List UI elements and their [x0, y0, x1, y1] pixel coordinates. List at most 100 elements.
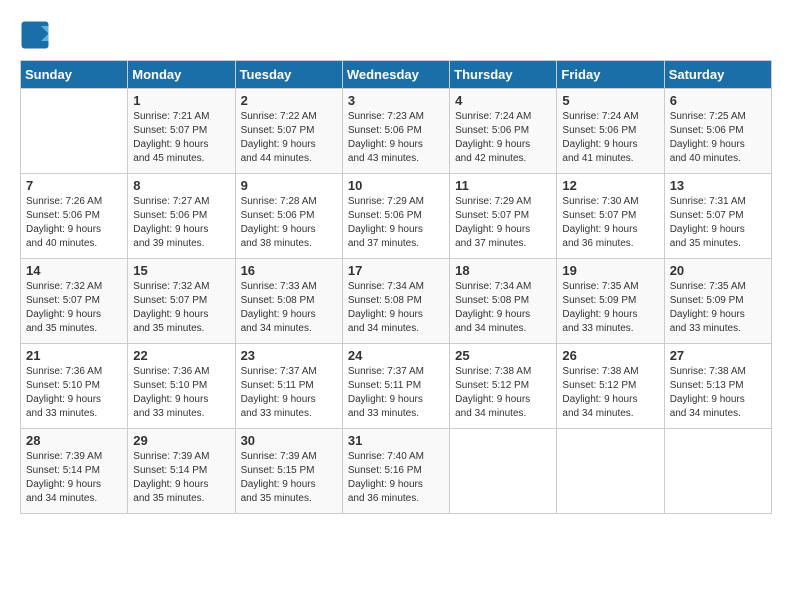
week-row-2: 14 Sunrise: 7:32 AM Sunset: 5:07 PM Dayli…	[21, 259, 772, 344]
day-number: 11	[455, 178, 551, 193]
day-info: Sunrise: 7:21 AM Sunset: 5:07 PM Dayligh…	[133, 110, 229, 166]
day-info: Sunrise: 7:35 AM Sunset: 5:09 PM Dayligh…	[670, 280, 766, 336]
day-number: 3	[348, 93, 444, 108]
day-info: Sunrise: 7:22 AM Sunset: 5:07 PM Dayligh…	[241, 110, 337, 166]
calendar-cell: 27 Sunrise: 7:38 AM Sunset: 5:13 PM Dayli…	[664, 344, 771, 429]
calendar-cell: 9Sunrise: 7:28 AM Sunset: 5:06 PM Daylig…	[235, 174, 342, 259]
day-number: 30	[241, 433, 337, 448]
calendar-cell: 2 Sunrise: 7:22 AM Sunset: 5:07 PM Daylig…	[235, 89, 342, 174]
weekday-header-sunday: Sunday	[21, 61, 128, 89]
day-info: Sunrise: 7:39 AM Sunset: 5:14 PM Dayligh…	[26, 450, 122, 506]
day-info: Sunrise: 7:38 AM Sunset: 5:13 PM Dayligh…	[670, 365, 766, 421]
week-row-0: 1 Sunrise: 7:21 AM Sunset: 5:07 PM Daylig…	[21, 89, 772, 174]
day-info: Sunrise: 7:37 AM Sunset: 5:11 PM Dayligh…	[241, 365, 337, 421]
page-header	[20, 20, 772, 50]
day-info: Sunrise: 7:38 AM Sunset: 5:12 PM Dayligh…	[562, 365, 658, 421]
day-info: Sunrise: 7:24 AM Sunset: 5:06 PM Dayligh…	[455, 110, 551, 166]
calendar-cell: 5Sunrise: 7:24 AM Sunset: 5:06 PM Daylig…	[557, 89, 664, 174]
calendar-cell: 10 Sunrise: 7:29 AM Sunset: 5:06 PM Dayli…	[342, 174, 449, 259]
calendar-cell: 16 Sunrise: 7:33 AM Sunset: 5:08 PM Dayli…	[235, 259, 342, 344]
calendar-cell: 17 Sunrise: 7:34 AM Sunset: 5:08 PM Dayli…	[342, 259, 449, 344]
calendar-cell: 22 Sunrise: 7:36 AM Sunset: 5:10 PM Dayli…	[128, 344, 235, 429]
calendar-cell: 3 Sunrise: 7:23 AM Sunset: 5:06 PM Daylig…	[342, 89, 449, 174]
day-number: 2	[241, 93, 337, 108]
day-info: Sunrise: 7:36 AM Sunset: 5:10 PM Dayligh…	[26, 365, 122, 421]
calendar-cell	[664, 429, 771, 514]
calendar-cell	[557, 429, 664, 514]
day-number: 14	[26, 263, 122, 278]
calendar-cell	[21, 89, 128, 174]
day-info: Sunrise: 7:35 AM Sunset: 5:09 PM Dayligh…	[562, 280, 658, 336]
weekday-header-monday: Monday	[128, 61, 235, 89]
day-number: 16	[241, 263, 337, 278]
day-info: Sunrise: 7:27 AM Sunset: 5:06 PM Dayligh…	[133, 195, 229, 251]
day-number: 7	[26, 178, 122, 193]
day-number: 4	[455, 93, 551, 108]
day-info: Sunrise: 7:32 AM Sunset: 5:07 PM Dayligh…	[133, 280, 229, 336]
calendar-cell: 12 Sunrise: 7:30 AM Sunset: 5:07 PM Dayli…	[557, 174, 664, 259]
calendar-cell: 6 Sunrise: 7:25 AM Sunset: 5:06 PM Daylig…	[664, 89, 771, 174]
calendar-cell: 28 Sunrise: 7:39 AM Sunset: 5:14 PM Dayli…	[21, 429, 128, 514]
day-number: 28	[26, 433, 122, 448]
day-number: 20	[670, 263, 766, 278]
calendar-body: 1 Sunrise: 7:21 AM Sunset: 5:07 PM Daylig…	[21, 89, 772, 514]
day-info: Sunrise: 7:34 AM Sunset: 5:08 PM Dayligh…	[348, 280, 444, 336]
day-number: 6	[670, 93, 766, 108]
calendar-cell: 23 Sunrise: 7:37 AM Sunset: 5:11 PM Dayli…	[235, 344, 342, 429]
calendar-cell: 15Sunrise: 7:32 AM Sunset: 5:07 PM Dayli…	[128, 259, 235, 344]
logo	[20, 20, 54, 50]
day-info: Sunrise: 7:37 AM Sunset: 5:11 PM Dayligh…	[348, 365, 444, 421]
day-info: Sunrise: 7:34 AM Sunset: 5:08 PM Dayligh…	[455, 280, 551, 336]
day-number: 19	[562, 263, 658, 278]
day-info: Sunrise: 7:36 AM Sunset: 5:10 PM Dayligh…	[133, 365, 229, 421]
calendar-cell: 19 Sunrise: 7:35 AM Sunset: 5:09 PM Dayli…	[557, 259, 664, 344]
day-number: 29	[133, 433, 229, 448]
day-number: 25	[455, 348, 551, 363]
day-info: Sunrise: 7:29 AM Sunset: 5:07 PM Dayligh…	[455, 195, 551, 251]
day-info: Sunrise: 7:38 AM Sunset: 5:12 PM Dayligh…	[455, 365, 551, 421]
calendar-header: SundayMondayTuesdayWednesdayThursdayFrid…	[21, 61, 772, 89]
calendar-cell: 20 Sunrise: 7:35 AM Sunset: 5:09 PM Dayli…	[664, 259, 771, 344]
calendar-cell: 30 Sunrise: 7:39 AM Sunset: 5:15 PM Dayli…	[235, 429, 342, 514]
calendar-cell: 11 Sunrise: 7:29 AM Sunset: 5:07 PM Dayli…	[450, 174, 557, 259]
day-info: Sunrise: 7:25 AM Sunset: 5:06 PM Dayligh…	[670, 110, 766, 166]
calendar-cell: 4 Sunrise: 7:24 AM Sunset: 5:06 PM Daylig…	[450, 89, 557, 174]
weekday-header-wednesday: Wednesday	[342, 61, 449, 89]
day-number: 8	[133, 178, 229, 193]
day-info: Sunrise: 7:32 AM Sunset: 5:07 PM Dayligh…	[26, 280, 122, 336]
calendar-cell: 31Sunrise: 7:40 AM Sunset: 5:16 PM Dayli…	[342, 429, 449, 514]
day-info: Sunrise: 7:29 AM Sunset: 5:06 PM Dayligh…	[348, 195, 444, 251]
weekday-header-friday: Friday	[557, 61, 664, 89]
day-number: 27	[670, 348, 766, 363]
week-row-4: 28 Sunrise: 7:39 AM Sunset: 5:14 PM Dayli…	[21, 429, 772, 514]
weekday-header-tuesday: Tuesday	[235, 61, 342, 89]
calendar-cell: 14 Sunrise: 7:32 AM Sunset: 5:07 PM Dayli…	[21, 259, 128, 344]
weekday-row: SundayMondayTuesdayWednesdayThursdayFrid…	[21, 61, 772, 89]
day-number: 23	[241, 348, 337, 363]
day-info: Sunrise: 7:39 AM Sunset: 5:15 PM Dayligh…	[241, 450, 337, 506]
day-number: 9	[241, 178, 337, 193]
calendar-cell: 29 Sunrise: 7:39 AM Sunset: 5:14 PM Dayli…	[128, 429, 235, 514]
calendar-cell: 24 Sunrise: 7:37 AM Sunset: 5:11 PM Dayli…	[342, 344, 449, 429]
day-number: 10	[348, 178, 444, 193]
day-number: 22	[133, 348, 229, 363]
day-number: 21	[26, 348, 122, 363]
week-row-3: 21 Sunrise: 7:36 AM Sunset: 5:10 PM Dayli…	[21, 344, 772, 429]
calendar-cell: 21 Sunrise: 7:36 AM Sunset: 5:10 PM Dayli…	[21, 344, 128, 429]
day-number: 31	[348, 433, 444, 448]
weekday-header-saturday: Saturday	[664, 61, 771, 89]
logo-icon	[20, 20, 50, 50]
day-number: 24	[348, 348, 444, 363]
day-number: 1	[133, 93, 229, 108]
weekday-header-thursday: Thursday	[450, 61, 557, 89]
day-number: 17	[348, 263, 444, 278]
day-info: Sunrise: 7:39 AM Sunset: 5:14 PM Dayligh…	[133, 450, 229, 506]
day-info: Sunrise: 7:23 AM Sunset: 5:06 PM Dayligh…	[348, 110, 444, 166]
day-number: 26	[562, 348, 658, 363]
day-number: 18	[455, 263, 551, 278]
calendar-table: SundayMondayTuesdayWednesdayThursdayFrid…	[20, 60, 772, 514]
day-number: 12	[562, 178, 658, 193]
calendar-cell: 1 Sunrise: 7:21 AM Sunset: 5:07 PM Daylig…	[128, 89, 235, 174]
day-info: Sunrise: 7:33 AM Sunset: 5:08 PM Dayligh…	[241, 280, 337, 336]
day-info: Sunrise: 7:30 AM Sunset: 5:07 PM Dayligh…	[562, 195, 658, 251]
